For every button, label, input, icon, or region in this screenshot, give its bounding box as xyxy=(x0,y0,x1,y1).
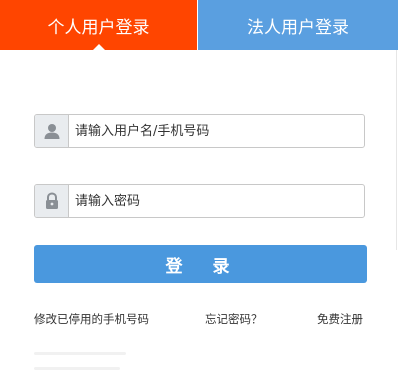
login-type-tabs: 个人用户登录 法人用户登录 xyxy=(0,0,398,51)
change-phone-link[interactable]: 修改已停用的手机号码 xyxy=(34,311,149,327)
lock-icon xyxy=(35,185,69,217)
tab-legal-label: 法人用户登录 xyxy=(247,17,349,38)
faint-divider xyxy=(34,367,120,370)
tab-personal-login[interactable]: 个人用户登录 xyxy=(0,0,197,51)
tab-legal-login[interactable]: 法人用户登录 xyxy=(198,0,398,50)
register-link[interactable]: 免费注册 xyxy=(317,311,363,327)
password-input[interactable] xyxy=(69,185,364,217)
tab-personal-label: 个人用户登录 xyxy=(47,17,150,38)
forgot-password-link[interactable]: 忘记密码？ xyxy=(205,311,263,327)
panel-border xyxy=(396,50,397,250)
login-panel: 个人用户登录 法人用户登录 登 录 修改已停用的手机号码 忘记密码？ 免费注 xyxy=(0,0,398,386)
username-field xyxy=(34,114,365,148)
faint-divider xyxy=(34,352,126,355)
username-input[interactable] xyxy=(69,115,364,147)
active-tab-caret xyxy=(91,44,106,51)
login-button[interactable]: 登 录 xyxy=(34,245,367,283)
user-icon xyxy=(35,115,69,147)
password-field xyxy=(34,184,365,218)
